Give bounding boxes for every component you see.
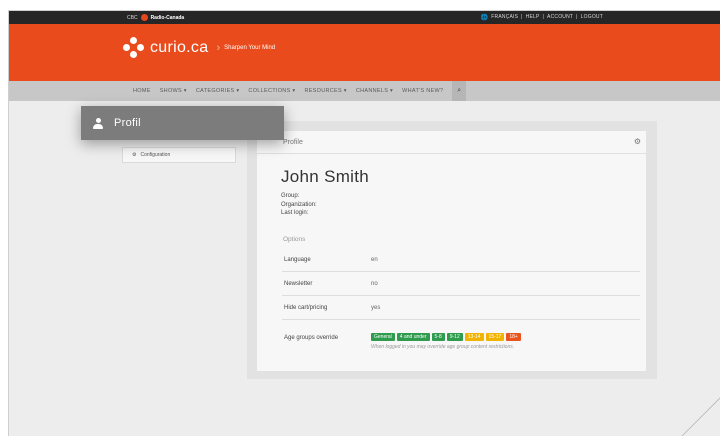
decorative-line: [681, 397, 720, 436]
profil-label: Profil: [114, 117, 141, 129]
browser-viewport: CBC Radio-Canada 🌐 FRANÇAIS | HELP | ACC…: [8, 10, 720, 436]
profil-overlay-tab[interactable]: Profil: [81, 106, 284, 140]
user-icon: [93, 117, 103, 129]
